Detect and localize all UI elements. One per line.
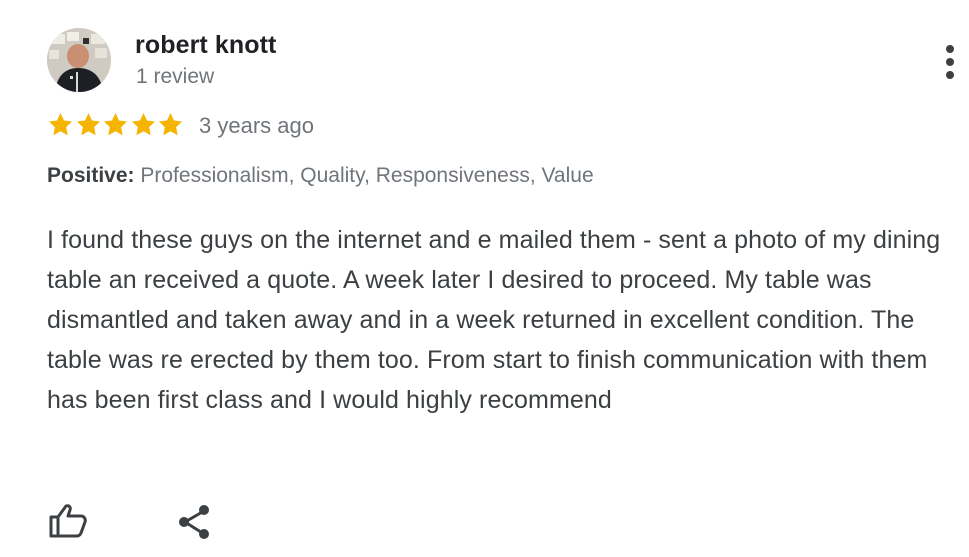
star-icon (131, 113, 155, 136)
share-icon (179, 505, 209, 539)
reviewer-name[interactable]: robert knott (135, 31, 276, 60)
star-icon (103, 113, 128, 136)
positive-attributes: Positive: Professionalism, Quality, Resp… (47, 164, 594, 188)
review-text: I found these guys on the internet and e… (47, 226, 941, 414)
more-vert-icon (946, 45, 954, 53)
avatar[interactable] (47, 28, 111, 92)
user-photo-icon (47, 28, 111, 92)
review-time: 3 years ago (199, 113, 314, 138)
positive-values: Professionalism, Quality, Responsiveness… (140, 164, 594, 187)
like-button[interactable] (48, 502, 88, 540)
thumb-up-icon (49, 504, 87, 538)
more-options-button[interactable] (936, 40, 964, 84)
reviewer-review-count: 1 review (136, 65, 215, 88)
star-icon (48, 113, 73, 136)
star-rating (47, 111, 185, 138)
star-icon (158, 113, 183, 136)
share-button[interactable] (177, 503, 213, 541)
star-icon (76, 113, 100, 136)
positive-label: Positive: (47, 164, 135, 187)
